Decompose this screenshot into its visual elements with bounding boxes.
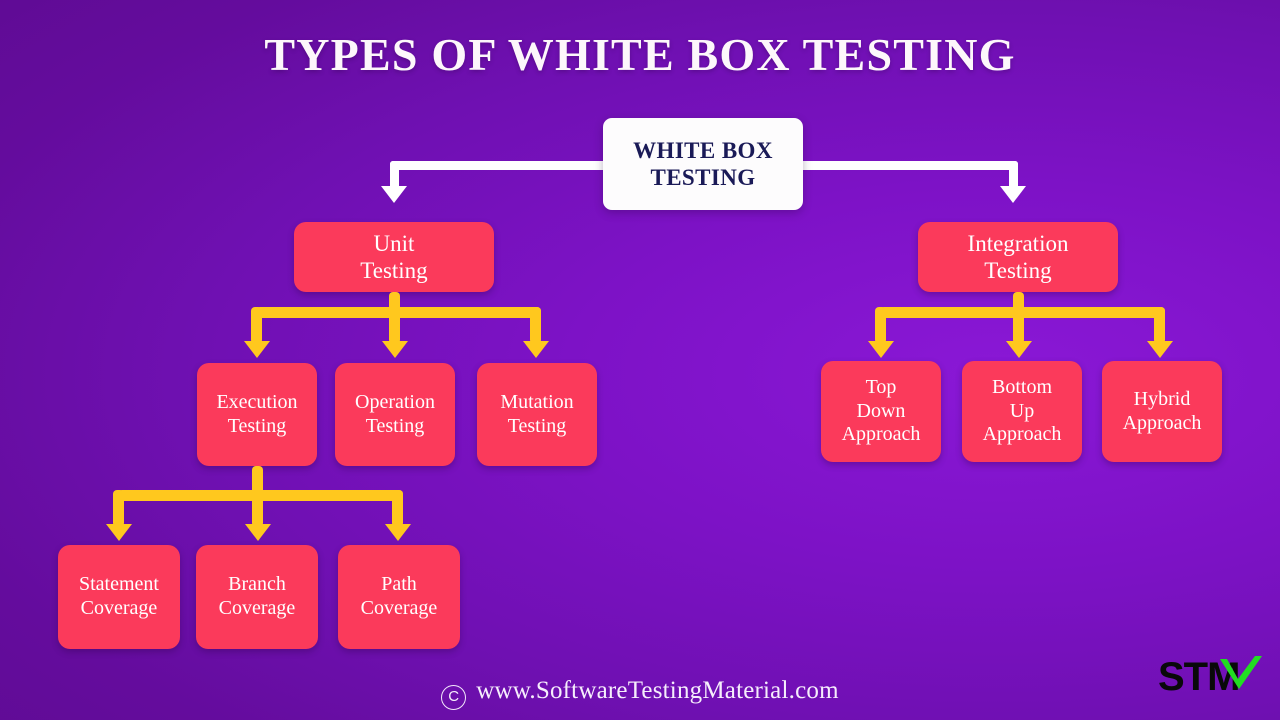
execution-connector-arrow-right <box>385 524 411 541</box>
node-operation-testing[interactable]: Operation Testing <box>335 363 455 466</box>
root-connector-right-vertical <box>1009 161 1018 189</box>
node-mutation-testing[interactable]: Mutation Testing <box>477 363 597 466</box>
unit-connector-drop-middle <box>389 307 400 344</box>
integration-connector-drop-left <box>875 307 886 344</box>
integration-connector-drop-middle <box>1013 307 1024 344</box>
node-bottom-up-approach[interactable]: Bottom Up Approach <box>962 361 1082 462</box>
unit-connector-arrow-right <box>523 341 549 358</box>
diagram-canvas: TYPES OF WHITE BOX TESTING WHITE BOX TES… <box>0 0 1280 720</box>
execution-connector-drop-left <box>113 490 124 527</box>
footer-website: www.SoftwareTestingMaterial.com <box>476 677 839 704</box>
footer: Cwww.SoftwareTestingMaterial.com <box>0 677 1280 710</box>
node-white-box-testing[interactable]: WHITE BOX TESTING <box>603 118 803 210</box>
node-integration-testing[interactable]: Integration Testing <box>918 222 1118 292</box>
root-connector-left-arrow <box>381 186 407 203</box>
node-execution-testing[interactable]: Execution Testing <box>197 363 317 466</box>
integration-connector-drop-right <box>1154 307 1165 344</box>
node-path-coverage[interactable]: Path Coverage <box>338 545 460 649</box>
node-unit-testing[interactable]: Unit Testing <box>294 222 494 292</box>
execution-connector-drop-middle <box>252 490 263 527</box>
root-connector-right-arrow <box>1000 186 1026 203</box>
integration-connector-arrow-right <box>1147 341 1173 358</box>
unit-connector-drop-right <box>530 307 541 344</box>
integration-connector-arrow-middle <box>1006 341 1032 358</box>
root-connector-left-vertical <box>390 161 399 189</box>
unit-connector-arrow-middle <box>382 341 408 358</box>
node-top-down-approach[interactable]: Top Down Approach <box>821 361 941 462</box>
execution-connector-drop-right <box>392 490 403 527</box>
unit-connector-drop-left <box>251 307 262 344</box>
green-check-icon <box>1220 656 1262 689</box>
page-title: TYPES OF WHITE BOX TESTING <box>264 29 1016 80</box>
node-branch-coverage[interactable]: Branch Coverage <box>196 545 318 649</box>
unit-connector-arrow-left <box>244 341 270 358</box>
stm-logo[interactable]: STM <box>1158 655 1268 703</box>
execution-connector-arrow-left <box>106 524 132 541</box>
node-hybrid-approach[interactable]: Hybrid Approach <box>1102 361 1222 462</box>
copyright-icon: C <box>441 685 467 710</box>
node-statement-coverage[interactable]: Statement Coverage <box>58 545 180 649</box>
execution-connector-arrow-middle <box>245 524 271 541</box>
integration-connector-arrow-left <box>868 341 894 358</box>
